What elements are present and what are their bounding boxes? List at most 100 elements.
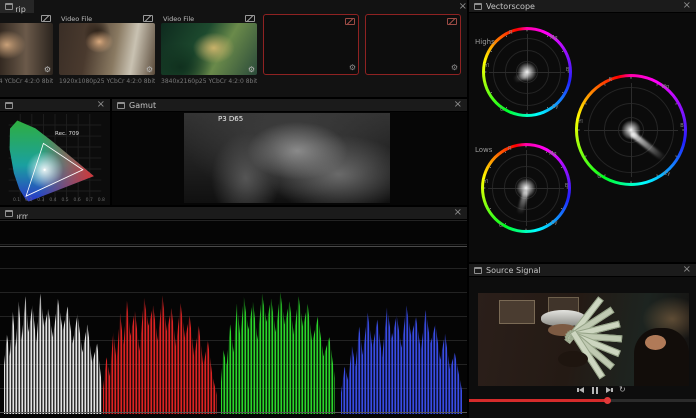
- cie-chromaticity-diagram: Rec. 709 0.10.20.30.40.50.60.70.8: [3, 114, 107, 202]
- panel-window-icon: [5, 3, 13, 10]
- hue-label-cy: Cy: [552, 104, 558, 110]
- cie-panel-titlebar[interactable]: CIE ×: [0, 99, 110, 112]
- hue-label-mg: Mg: [549, 151, 557, 157]
- progress-handle[interactable]: [604, 397, 611, 404]
- cie-horseshoe-plot: [3, 114, 107, 202]
- close-icon[interactable]: ×: [454, 100, 462, 110]
- cie-x-axis-ticks: 0.10.20.30.40.50.60.70.8: [13, 198, 105, 203]
- panel-window-icon: [474, 267, 482, 274]
- gear-icon[interactable]: ⚙: [451, 64, 458, 72]
- hue-label-yl: Yl: [484, 179, 488, 185]
- clip-metadata-2: 1920x1080p25 YCbCr 4:2:0 8bit Planar: [59, 78, 155, 85]
- waveform-reference-line: [0, 246, 467, 247]
- hue-label-g: G: [500, 107, 504, 113]
- close-icon[interactable]: ×: [97, 100, 105, 110]
- panel-window-icon: [5, 102, 13, 109]
- hue-label-b: B: [565, 183, 568, 189]
- waveform-luma-trace: [4, 286, 102, 414]
- close-icon[interactable]: ×: [683, 265, 691, 275]
- clip-slot-1[interactable]: Video File ⚙ 1920x1080p24 YCbCr 4:2:0 8b…: [0, 14, 53, 85]
- hand: [558, 351, 588, 368]
- clips-strip-panel: Strip × Video File ⚙ 1920x1080p24 YCbCr …: [0, 0, 467, 97]
- hue-label-yl: Yl: [578, 119, 582, 125]
- pause-button[interactable]: [592, 387, 598, 394]
- wall-picture: [499, 300, 535, 324]
- clip-metadata-3: 3840x2160p25 YCbCr 4:2:0 8bit Planar: [161, 78, 257, 85]
- gamut-false-color-image: P3 D65: [184, 113, 390, 203]
- close-icon[interactable]: ×: [459, 2, 467, 12]
- waveform-green-trace: [221, 286, 335, 414]
- clip-slot-5[interactable]: ⚙: [365, 14, 461, 85]
- progress-fill: [469, 399, 607, 402]
- clip-slot-3[interactable]: Video File ⚙ 3840x2160p25 YCbCr 4:2:0 8b…: [161, 14, 257, 85]
- video-file-label: Video File: [61, 15, 92, 23]
- clips-panel-title: Strip: [16, 5, 26, 14]
- clip-slot-2[interactable]: Video File ⚙ 1920x1080p25 YCbCr 4:2:0 8b…: [59, 14, 155, 85]
- gamut-panel-title: Gamut: [129, 101, 156, 110]
- clip-slot-4[interactable]: ⚙: [263, 14, 359, 85]
- gamut-panel: Gamut × P3 D65: [112, 99, 467, 205]
- scopes-application: Strip × Video File ⚙ 1920x1080p24 YCbCr …: [0, 0, 696, 418]
- hue-label-yl: Yl: [485, 63, 489, 69]
- hue-label-g: G: [597, 174, 601, 180]
- close-icon[interactable]: ×: [454, 208, 462, 218]
- hue-label-mg: Mg: [662, 84, 670, 90]
- source-signal-panel: Source Signal × ↻: [469, 264, 696, 418]
- clips-panel-titlebar[interactable]: Strip ×: [0, 0, 467, 13]
- skip-forward-button[interactable]: [606, 387, 611, 393]
- gamut-name-label: Rec. 709: [55, 131, 79, 137]
- gamut-panel-titlebar[interactable]: Gamut ×: [112, 99, 467, 112]
- gear-icon[interactable]: ⚙: [349, 64, 356, 72]
- hue-label-r: R: [508, 146, 511, 152]
- clip-thumbnail-1[interactable]: ⚙: [0, 23, 53, 75]
- panel-window-icon: [474, 3, 482, 10]
- second-person-face: [645, 335, 666, 350]
- clip-thumbnail-2[interactable]: ⚙: [59, 23, 155, 75]
- empty-clip-drop-target[interactable]: ⚙: [365, 14, 461, 75]
- empty-clip-drop-target[interactable]: ⚙: [263, 14, 359, 75]
- video-file-label: Video File: [163, 15, 194, 23]
- vectorscope-main: R Mg B Cy G Yl: [575, 74, 687, 186]
- vectorscope-lows: R Mg B Cy G Yl: [481, 143, 571, 233]
- waveform-panel: Waveform ×: [0, 207, 467, 418]
- skip-back-button[interactable]: [579, 387, 584, 393]
- gear-icon[interactable]: ⚙: [146, 66, 153, 74]
- clip-metadata-1: 1920x1080p24 YCbCr 4:2:0 8bit Planar: [0, 78, 53, 85]
- close-icon[interactable]: ×: [683, 1, 691, 11]
- camera-off-icon[interactable]: [447, 18, 457, 25]
- waveform-panel-titlebar[interactable]: Waveform ×: [0, 207, 467, 220]
- source-panel-title: Source Signal: [486, 266, 541, 275]
- hue-label-mg: Mg: [550, 35, 558, 41]
- rgb-waveform-display: [0, 220, 467, 418]
- hue-label-r: R: [609, 77, 612, 83]
- playback-progress-bar[interactable]: [469, 399, 696, 402]
- source-panel-titlebar[interactable]: Source Signal ×: [469, 264, 696, 277]
- gamut-target-label: P3 D65: [218, 115, 243, 123]
- source-video-preview: [478, 293, 689, 386]
- vectorscope-panel-titlebar[interactable]: Vectorscope ×: [469, 0, 696, 13]
- camera-off-icon[interactable]: [41, 15, 51, 22]
- hue-label-b: B: [566, 67, 569, 73]
- clip-thumbnail-3[interactable]: ⚙: [161, 23, 257, 75]
- panel-window-icon: [5, 210, 13, 217]
- lows-zone-label: Lows: [475, 146, 492, 154]
- panel-window-icon: [117, 102, 125, 109]
- vectorscope-panel: Vectorscope × Highs Lows R Mg B Cy G Yl: [469, 0, 696, 262]
- transport-controls: ↻: [579, 385, 626, 395]
- gear-icon[interactable]: ⚙: [44, 66, 51, 74]
- camera-off-icon[interactable]: [245, 15, 255, 22]
- cie-diagram-panel: CIE ×: [0, 99, 110, 205]
- hue-label-b: B: [680, 123, 683, 129]
- highs-zone-label: Highs: [475, 38, 495, 46]
- hue-label-cy: Cy: [551, 220, 557, 226]
- loop-button[interactable]: ↻: [619, 386, 626, 394]
- vectorscope-panel-title: Vectorscope: [486, 2, 535, 11]
- hue-label-r: R: [509, 30, 512, 36]
- gear-icon[interactable]: ⚙: [248, 66, 255, 74]
- waveform-blue-trace: [341, 296, 462, 414]
- camera-off-icon[interactable]: [143, 15, 153, 22]
- camera-off-icon[interactable]: [345, 18, 355, 25]
- clip-thumbnail-row: Video File ⚙ 1920x1080p24 YCbCr 4:2:0 8b…: [0, 14, 461, 85]
- vectorscope-highs: R Mg B Cy G Yl: [482, 27, 572, 117]
- clips-panel-tab[interactable]: Strip: [0, 0, 34, 13]
